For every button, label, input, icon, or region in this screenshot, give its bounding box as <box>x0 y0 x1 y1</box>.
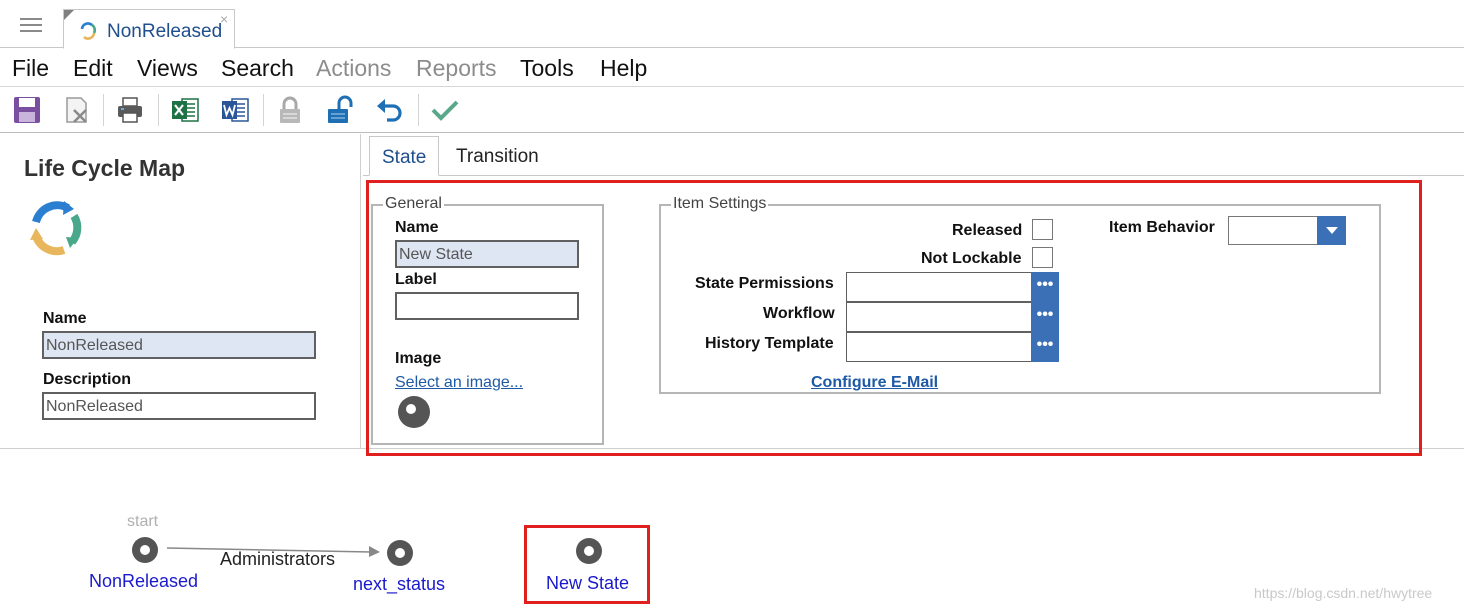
not-lockable-label: Not Lockable <box>921 250 1022 267</box>
state-label-next-status[interactable]: next_status <box>353 574 445 595</box>
document-tab[interactable]: NonReleased × <box>63 9 235 49</box>
unlock-icon[interactable] <box>275 95 305 125</box>
print-icon[interactable] <box>115 95 145 125</box>
general-legend: General <box>383 195 444 213</box>
history-template-field[interactable] <box>846 332 1032 362</box>
state-node-nonreleased[interactable] <box>132 537 158 563</box>
lock-icon[interactable] <box>325 95 355 125</box>
property-tabs: State Transition <box>363 134 1464 176</box>
tab-transition[interactable]: Transition <box>444 136 551 176</box>
image-label: Image <box>395 350 442 367</box>
state-permissions-label: State Permissions <box>695 275 834 292</box>
state-name-field[interactable]: New State <box>395 240 579 268</box>
history-template-picker-button[interactable]: ••• <box>1031 332 1059 362</box>
discard-icon[interactable] <box>62 95 92 125</box>
item-settings-legend: Item Settings <box>671 195 769 213</box>
item-behavior-select[interactable] <box>1228 216 1318 245</box>
menu-file[interactable]: File <box>12 55 49 82</box>
menu-actions[interactable]: Actions <box>316 55 391 82</box>
state-node-next-status[interactable] <box>387 540 413 566</box>
toolbar-separator <box>158 94 159 126</box>
state-label-field[interactable] <box>395 292 579 320</box>
description-field[interactable]: NonReleased <box>42 392 316 420</box>
released-label: Released <box>952 222 1023 239</box>
workflow-label: Workflow <box>763 305 835 322</box>
tab-state[interactable]: State <box>369 136 440 176</box>
menu-reports[interactable]: Reports <box>416 55 497 82</box>
hamburger-menu-icon[interactable] <box>20 18 42 36</box>
released-checkbox[interactable] <box>1032 219 1053 240</box>
undo-icon[interactable] <box>375 95 405 125</box>
document-tab-strip: NonReleased × <box>0 0 1464 49</box>
state-label-nonreleased[interactable]: NonReleased <box>89 571 198 592</box>
state-permissions-field[interactable] <box>846 272 1032 302</box>
chevron-down-icon[interactable] <box>1317 216 1346 245</box>
lifecycle-icon <box>30 201 82 256</box>
toolbar-separator <box>263 94 264 126</box>
menu-tools[interactable]: Tools <box>520 55 574 82</box>
description-label: Description <box>43 371 132 388</box>
done-icon[interactable] <box>430 95 460 125</box>
menu-edit[interactable]: Edit <box>73 55 113 82</box>
history-template-label: History Template <box>705 335 834 352</box>
toolbar-separator <box>103 94 104 126</box>
name-field[interactable]: NonReleased <box>42 331 316 359</box>
panel-divider <box>360 134 361 448</box>
state-name-label: Name <box>395 219 439 236</box>
excel-icon[interactable] <box>170 95 200 125</box>
item-behavior-label: Item Behavior <box>1109 219 1215 236</box>
name-label: Name <box>43 310 87 327</box>
toolbar <box>0 88 1464 133</box>
tab-title: NonReleased <box>107 21 223 42</box>
select-image-link[interactable]: Select an image... <box>395 374 523 392</box>
save-icon[interactable] <box>12 95 42 125</box>
state-label-new-state[interactable]: New State <box>546 573 629 594</box>
transition-label[interactable]: Administrators <box>220 549 335 570</box>
state-permissions-picker-button[interactable]: ••• <box>1031 272 1059 302</box>
menu-bar: File Edit Views Search Actions Reports T… <box>0 49 1464 87</box>
not-lockable-checkbox[interactable] <box>1032 247 1053 268</box>
word-icon[interactable] <box>220 95 250 125</box>
configure-email-link[interactable]: Configure E-Mail <box>811 374 938 392</box>
toolbar-separator <box>418 94 419 126</box>
lifecycle-icon <box>80 22 97 40</box>
tab-corner-marker <box>64 10 74 20</box>
tab-close-icon[interactable]: × <box>220 11 228 27</box>
watermark: https://blog.csdn.net/hwytree <box>1254 585 1433 601</box>
state-node-new-state[interactable] <box>576 538 602 564</box>
menu-views[interactable]: Views <box>137 55 198 82</box>
page-title: Life Cycle Map <box>24 155 186 181</box>
menu-search[interactable]: Search <box>221 55 294 82</box>
workflow-picker-button[interactable]: ••• <box>1031 302 1059 332</box>
workflow-field[interactable] <box>846 302 1032 332</box>
state-label-label: Label <box>395 271 437 288</box>
start-marker-label: start <box>127 513 159 530</box>
state-image-icon <box>398 396 430 428</box>
menu-help[interactable]: Help <box>600 55 647 82</box>
